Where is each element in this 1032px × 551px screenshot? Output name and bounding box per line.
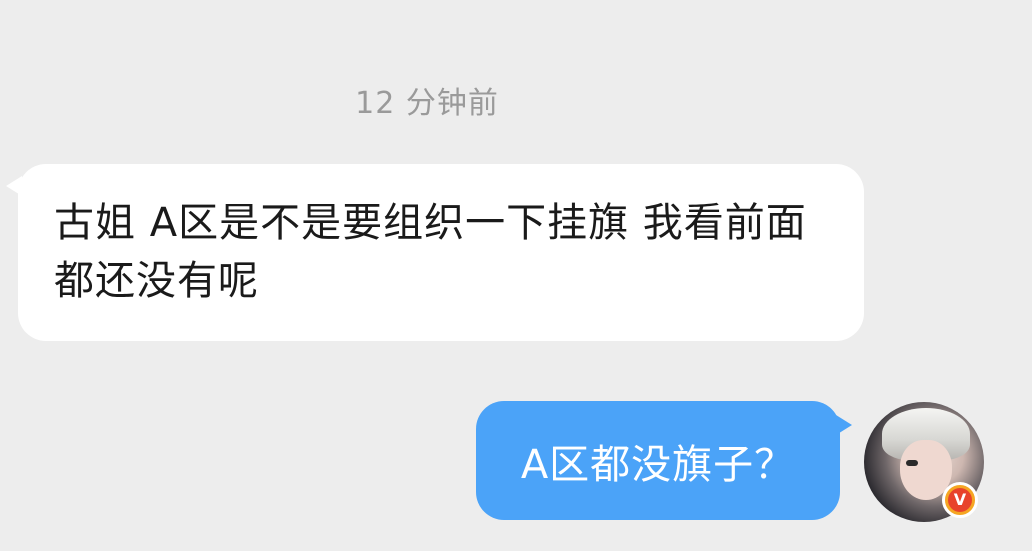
message-timestamp: 12 分钟前: [355, 86, 499, 121]
bubble-tail: [836, 415, 852, 435]
verified-badge-label: V: [948, 488, 972, 512]
bubble-tail: [6, 176, 22, 196]
user-avatar[interactable]: V: [864, 402, 984, 522]
avatar-mic: [906, 460, 918, 466]
incoming-message-text: 古姐 A区是不是要组织一下挂旗 我看前面都还没有呢: [54, 200, 807, 304]
outgoing-message-text: A区都没旗子？: [520, 441, 796, 488]
verified-badge-icon: V: [942, 482, 978, 518]
outgoing-message-bubble[interactable]: A区都没旗子？: [476, 401, 852, 520]
incoming-message-bubble[interactable]: 古姐 A区是不是要组织一下挂旗 我看前面都还没有呢: [6, 164, 864, 341]
